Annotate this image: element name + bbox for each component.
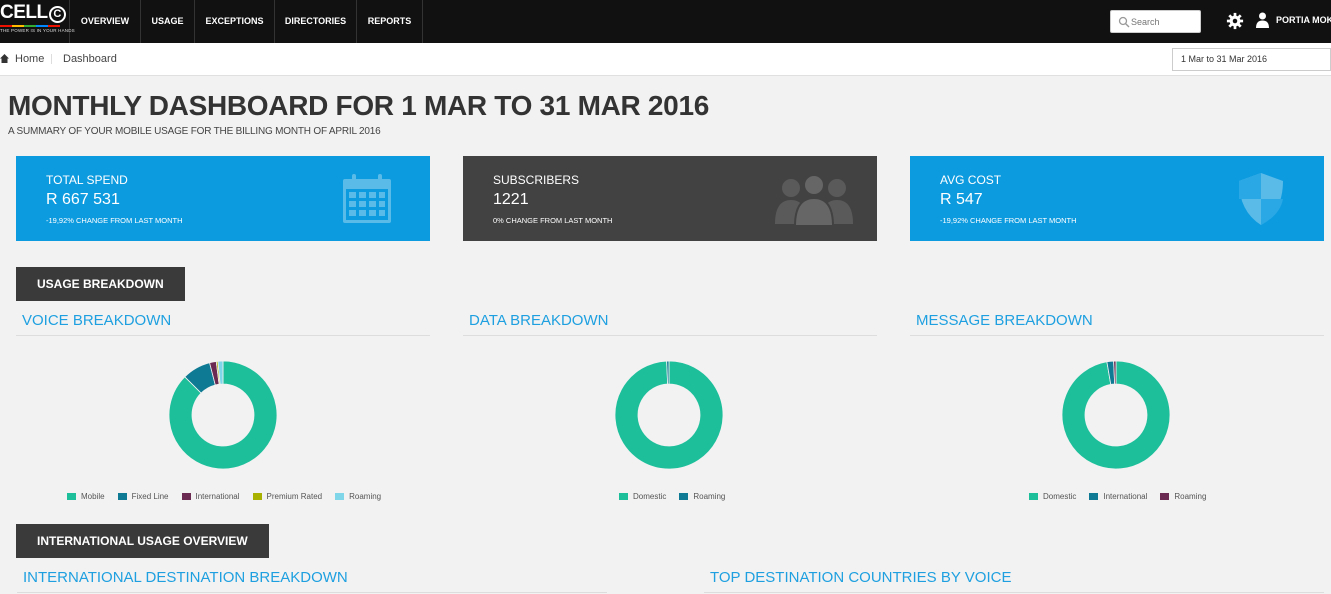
legend-label: International	[195, 492, 240, 501]
top-destination-heading: TOP DESTINATION COUNTRIES BY VOICE	[704, 569, 1324, 593]
tile-value: R 667 531	[46, 191, 120, 208]
legend-label: Premium Rated	[266, 492, 323, 501]
tile-change: 0% CHANGE FROM LAST MONTH	[493, 216, 613, 225]
voice-breakdown-heading: VOICE BREAKDOWN	[16, 312, 430, 336]
page-title: MONTHLY DASHBOARD FOR 1 MAR TO 31 MAR 20…	[8, 90, 710, 121]
legend-swatch	[679, 493, 689, 500]
message-breakdown-donut[interactable]	[1061, 360, 1171, 470]
legend-swatch	[1089, 493, 1099, 500]
gear-icon[interactable]	[1226, 12, 1244, 30]
logo-tagline: THE POWER IS IN YOUR HANDS	[0, 28, 75, 33]
legend-label: Roaming	[1174, 492, 1207, 501]
user-icon[interactable]	[1256, 12, 1269, 28]
voice-breakdown-donut[interactable]	[168, 360, 278, 470]
legend-swatch	[1029, 493, 1038, 500]
message-legend: Domestic International Roaming	[1029, 492, 1219, 501]
legend-item-international[interactable]: International	[181, 492, 240, 501]
legend-label: Roaming	[693, 492, 726, 501]
top-navbar: CELL C THE POWER IS IN YOUR HANDS OVERVIE…	[0, 0, 1331, 43]
legend-item-international[interactable]: International	[1089, 492, 1147, 501]
user-name[interactable]: PORTIA MOKO	[1276, 15, 1331, 25]
tile-change: -19,92% CHANGE FROM LAST MONTH	[940, 216, 1077, 225]
breadcrumb: Home Dashboard 1 Mar to 31 Mar 2016	[0, 43, 1331, 76]
avg-cost-tile: AVG COST R 547 -19,92% CHANGE FROM LAST …	[910, 156, 1324, 241]
usage-breakdown-button[interactable]: USAGE BREAKDOWN	[16, 267, 185, 301]
nav-exceptions[interactable]: EXCEPTIONS	[195, 0, 275, 43]
legend-item-roaming[interactable]: Roaming	[335, 492, 381, 501]
search-input[interactable]	[1131, 14, 1199, 30]
legend-label: Domestic	[1043, 492, 1077, 501]
data-breakdown-heading: DATA BREAKDOWN	[463, 312, 877, 336]
legend-label: International	[1103, 492, 1148, 501]
legend-item-roaming[interactable]: Roaming	[679, 492, 725, 501]
legend-item-domestic[interactable]: Domestic	[1029, 492, 1076, 501]
legend-swatch	[67, 493, 76, 500]
legend-item-roaming[interactable]: Roaming	[1160, 492, 1206, 501]
subscribers-tile: SUBSCRIBERS 1221 0% CHANGE FROM LAST MON…	[463, 156, 877, 241]
nav-usage[interactable]: USAGE	[141, 0, 195, 43]
legend-swatch	[252, 493, 262, 500]
home-icon[interactable]	[0, 54, 9, 63]
tile-label: AVG COST	[940, 173, 1002, 187]
data-legend: Domestic Roaming	[619, 492, 738, 501]
legend-swatch	[181, 493, 191, 500]
voice-legend: Mobile Fixed Line International Premium Rat…	[67, 492, 394, 501]
legend-item-mobile[interactable]: Mobile	[67, 492, 105, 501]
message-breakdown-heading: MESSAGE BREAKDOWN	[910, 312, 1324, 336]
legend-swatch	[1160, 493, 1170, 500]
total-spend-tile: TOTAL SPEND R 667 531 -19,92% CHANGE FRO…	[16, 156, 430, 241]
data-breakdown-donut[interactable]	[614, 360, 724, 470]
search-box[interactable]	[1110, 10, 1201, 33]
nav-reports[interactable]: REPORTS	[357, 0, 423, 43]
breadcrumb-home[interactable]: Home	[15, 53, 44, 65]
legend-label: Mobile	[81, 492, 105, 501]
legend-swatch	[619, 493, 628, 500]
international-usage-button[interactable]: INTERNATIONAL USAGE OVERVIEW	[16, 524, 269, 558]
legend-label: Fixed Line	[131, 492, 169, 501]
tile-value: R 547	[940, 191, 983, 208]
breadcrumb-current: Dashboard	[63, 53, 117, 65]
legend-label: Roaming	[349, 492, 382, 501]
tile-label: SUBSCRIBERS	[493, 173, 580, 187]
legend-swatch	[335, 493, 345, 500]
tile-change: -19,92% CHANGE FROM LAST MONTH	[46, 216, 183, 225]
logo-stripe	[0, 25, 60, 27]
cellc-logo[interactable]: CELL C THE POWER IS IN YOUR HANDS	[0, 0, 75, 43]
legend-item-fixed-line[interactable]: Fixed Line	[117, 492, 169, 501]
intl-destination-heading: INTERNATIONAL DESTINATION BREAKDOWN	[17, 569, 607, 593]
logo-wordmark: CELL C	[0, 2, 66, 24]
legend-item-premium-rated[interactable]: Premium Rated	[252, 492, 323, 501]
nav-directories[interactable]: DIRECTORIES	[275, 0, 357, 43]
legend-swatch	[117, 493, 127, 500]
page-subtitle: A SUMMARY OF YOUR MOBILE USAGE FOR THE B…	[8, 126, 381, 137]
tile-label: TOTAL SPEND	[46, 173, 128, 187]
shield-icon	[1239, 173, 1283, 225]
tile-value: 1221	[493, 191, 529, 208]
date-range-picker[interactable]: 1 Mar to 31 Mar 2016	[1172, 48, 1331, 71]
search-icon	[1118, 16, 1130, 28]
legend-item-domestic[interactable]: Domestic	[619, 492, 666, 501]
legend-label: Domestic	[633, 492, 667, 501]
breadcrumb-separator	[51, 54, 52, 64]
users-icon	[775, 174, 853, 226]
nav-overview[interactable]: OVERVIEW	[70, 0, 141, 43]
calendar-icon	[343, 174, 391, 223]
